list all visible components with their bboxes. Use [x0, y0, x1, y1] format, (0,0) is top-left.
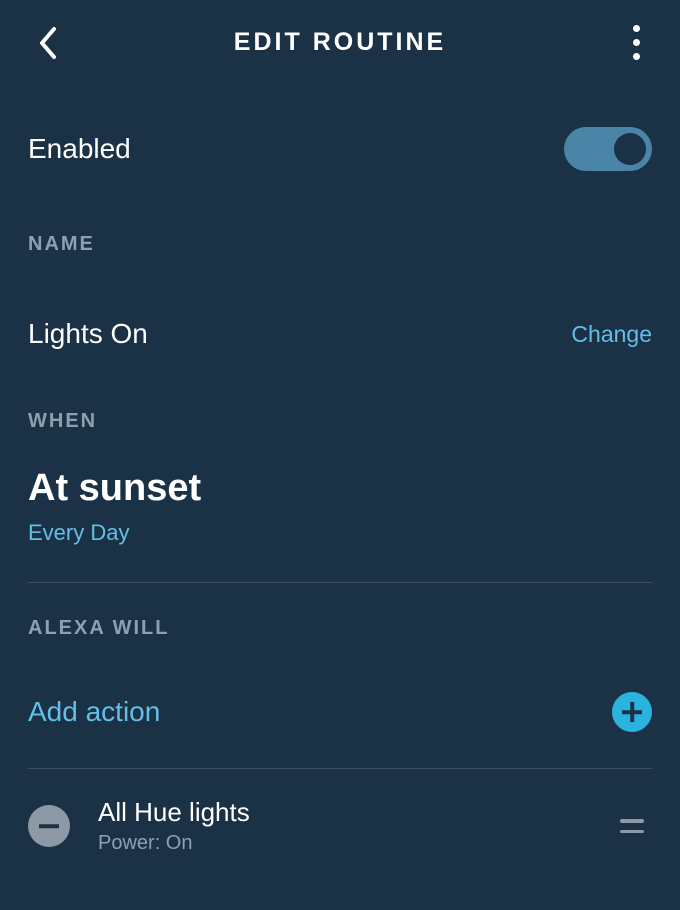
- drag-handle-icon: [620, 819, 644, 823]
- kebab-icon: [633, 39, 640, 46]
- section-header-when: WHEN: [0, 410, 680, 433]
- back-button[interactable]: [32, 23, 62, 63]
- routine-name-row: Lights On Change: [0, 318, 680, 350]
- plus-icon: [612, 692, 652, 732]
- enabled-toggle[interactable]: [564, 127, 652, 171]
- drag-handle[interactable]: [620, 816, 648, 836]
- action-item-row[interactable]: All Hue lights Power: On: [0, 797, 680, 855]
- change-name-link[interactable]: Change: [571, 321, 652, 348]
- edit-routine-screen: EDIT ROUTINE Enabled NAME Lights On Chan…: [0, 0, 680, 910]
- more-options-button[interactable]: [624, 23, 648, 63]
- routine-name-value: Lights On: [28, 318, 148, 350]
- enabled-row: Enabled: [0, 127, 680, 171]
- toggle-thumb: [614, 133, 646, 165]
- add-action-row[interactable]: Add action: [0, 692, 680, 732]
- page-title: EDIT ROUTINE: [234, 28, 446, 57]
- kebab-icon: [633, 53, 640, 60]
- when-trigger-subtitle: Every Day: [28, 520, 652, 546]
- add-action-label: Add action: [28, 696, 160, 728]
- header-bar: EDIT ROUTINE: [0, 0, 680, 85]
- when-trigger-row[interactable]: At sunset Every Day: [0, 467, 680, 546]
- action-item-title: All Hue lights: [98, 797, 620, 828]
- drag-handle-icon: [620, 830, 644, 834]
- section-header-name: NAME: [0, 233, 680, 256]
- action-item-text: All Hue lights Power: On: [98, 797, 620, 855]
- enabled-label: Enabled: [28, 133, 131, 165]
- when-trigger-title: At sunset: [28, 467, 652, 510]
- divider: [28, 582, 652, 583]
- divider: [28, 768, 652, 769]
- remove-action-button[interactable]: [28, 805, 70, 847]
- chevron-left-icon: [36, 25, 58, 61]
- kebab-icon: [633, 25, 640, 32]
- action-item-subtitle: Power: On: [98, 832, 620, 855]
- section-header-alexa-will: ALEXA WILL: [0, 617, 680, 640]
